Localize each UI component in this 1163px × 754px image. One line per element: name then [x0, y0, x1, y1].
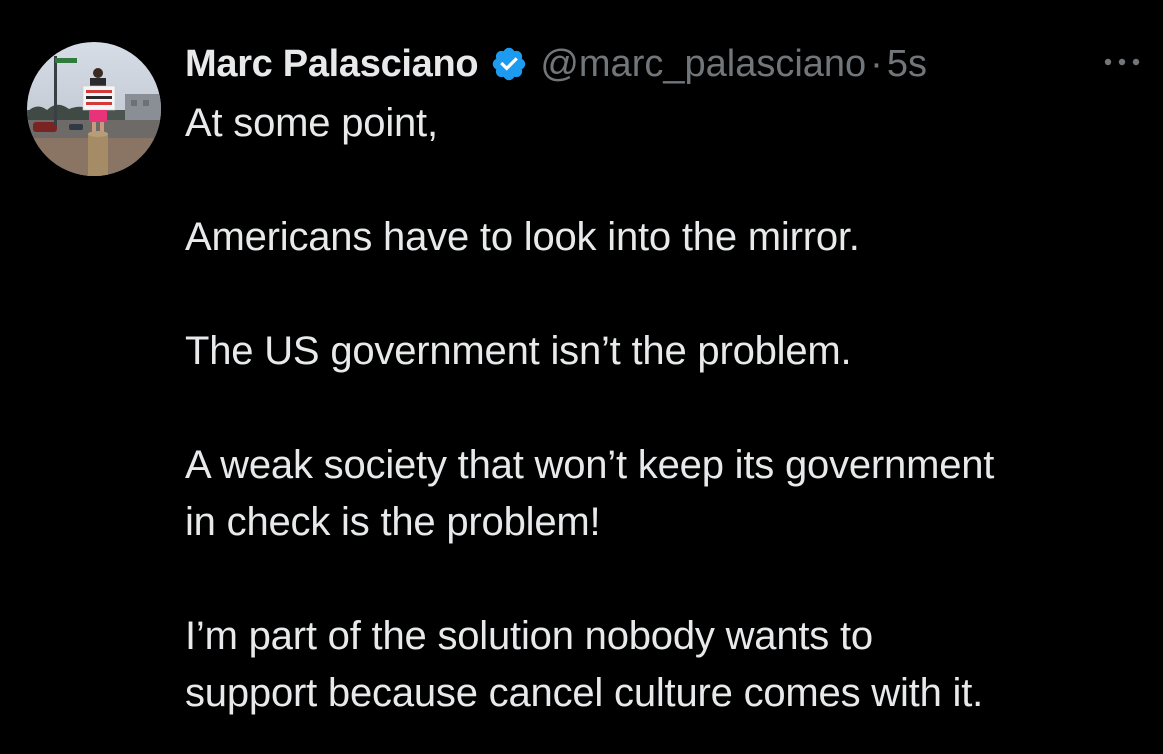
author-handle[interactable]: @marc_palasciano [540, 43, 866, 86]
tweet-text-line: Americans have to look into the mirror. [185, 215, 860, 259]
tweet-text-line: support because cancel culture comes wit… [185, 671, 984, 715]
tweet: Marc Palasciano @marc_palasciano · 5s At… [0, 0, 1163, 754]
tweet-text-line: At some point, [185, 101, 438, 145]
tweet-paragraph: The US government isn’t the problem. [185, 323, 1145, 380]
tweet-paragraph: Americans have to look into the mirror. [185, 209, 1145, 266]
tweet-header: Marc Palasciano @marc_palasciano · 5s [185, 36, 1145, 92]
tweet-paragraph: I’m part of the solution nobody wants to… [185, 608, 1145, 722]
tweet-body: At some point, Americans have to look in… [185, 95, 1145, 722]
tweet-text-line: I’m part of the solution nobody wants to [185, 614, 873, 658]
tweet-text-line: The US government isn’t the problem. [185, 329, 852, 373]
more-horizontal-icon[interactable] [1100, 50, 1144, 74]
header-separator: · [870, 42, 883, 85]
author-avatar[interactable] [27, 42, 161, 176]
tweet-paragraph: At some point, [185, 95, 1145, 152]
profile-photo-icon [27, 42, 161, 176]
tweet-text-line: in check is the problem! [185, 500, 601, 544]
tweet-paragraph: A weak society that won’t keep its gover… [185, 437, 1145, 551]
tweet-text-line: A weak society that won’t keep its gover… [185, 443, 995, 487]
tweet-timestamp[interactable]: 5s [887, 43, 927, 86]
verified-badge-icon [490, 45, 528, 83]
author-display-name[interactable]: Marc Palasciano [185, 43, 479, 86]
